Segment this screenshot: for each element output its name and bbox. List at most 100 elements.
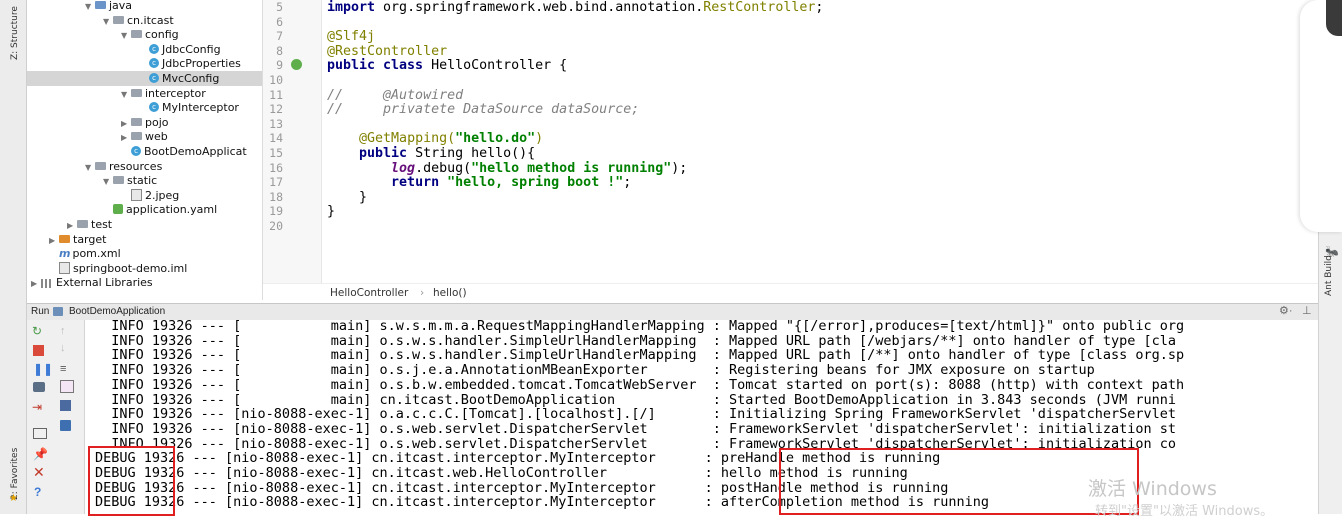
line-number: 7 xyxy=(276,29,283,44)
tree-item-label: pojo xyxy=(145,115,169,129)
breadcrumb: HelloController › hello() xyxy=(263,283,1318,304)
tree-item[interactable]: ▶ test xyxy=(67,217,112,232)
camera-icon[interactable] xyxy=(33,382,45,392)
console-line: INFO 19326 --- [nio-8088-exec-1] o.a.c.c… xyxy=(95,406,1176,423)
tree-item[interactable]: ▼ config xyxy=(121,27,179,42)
code-token: log xyxy=(391,160,416,176)
code-line: @GetMapping("hello.do") xyxy=(327,131,543,146)
java-class-icon: c xyxy=(149,58,159,69)
run-panel-header: Run BootDemoApplication ⚙· ⊥ xyxy=(27,303,1318,321)
trash-icon[interactable] xyxy=(60,420,71,431)
tree-item[interactable]: springboot-demo.iml xyxy=(49,261,187,276)
line-number: 6 xyxy=(276,14,283,29)
stop-icon[interactable] xyxy=(33,345,44,356)
folder-icon xyxy=(113,176,124,185)
tree-item[interactable]: m pom.xml xyxy=(49,246,121,261)
code-token: } xyxy=(327,189,368,205)
gear-icon[interactable]: ⚙· xyxy=(1279,304,1293,317)
tree-item-label: MvcConfig xyxy=(162,72,220,85)
structure-tab[interactable]: Z: Structure xyxy=(10,6,20,60)
help-icon[interactable]: ? xyxy=(34,486,48,499)
tree-item[interactable]: c JdbcProperties xyxy=(139,56,241,71)
code-token: @RestController xyxy=(327,43,448,59)
chevron-down-icon[interactable]: ▼ xyxy=(121,87,131,102)
code-token: "hello.do" xyxy=(455,131,536,147)
code-line: @RestController xyxy=(327,44,447,59)
code-token: } xyxy=(327,204,336,220)
layout-icon[interactable] xyxy=(33,428,47,439)
tree-item-label: External Libraries xyxy=(56,276,153,290)
chevron-down-icon[interactable]: ▼ xyxy=(103,14,113,29)
tree-item[interactable]: application.yaml xyxy=(103,202,217,217)
folder-icon xyxy=(113,15,124,24)
tree-item[interactable]: 2.jpeg xyxy=(121,188,179,203)
hide-icon[interactable]: ⊥ xyxy=(1302,304,1312,317)
tree-item[interactable]: c MyInterceptor xyxy=(139,100,239,115)
close-icon[interactable]: ✕ xyxy=(33,465,47,479)
tree-item[interactable]: ▼ interceptor xyxy=(121,86,206,101)
code-token: ); xyxy=(671,160,688,176)
breadcrumb-method[interactable]: hello() xyxy=(433,287,467,299)
code-token: ; xyxy=(623,175,632,191)
breadcrumb-file[interactable]: HelloController xyxy=(330,287,408,299)
soft-wrap-icon[interactable]: ≡ xyxy=(60,363,74,376)
tree-item[interactable]: ▼ java xyxy=(85,0,132,13)
module-file-icon xyxy=(59,261,70,274)
code-token: // @Autowired xyxy=(327,87,464,103)
ant-icon: 🐜 xyxy=(1325,246,1339,258)
code-token: "hello, spring boot !" xyxy=(447,175,624,191)
tree-item-label: JdbcConfig xyxy=(162,42,221,56)
exit-icon[interactable]: ⇥ xyxy=(32,401,46,414)
windows-activation-watermark: 激活 Windows xyxy=(1088,478,1217,500)
print-output-icon[interactable] xyxy=(60,400,71,411)
line-number: 11 xyxy=(269,87,283,102)
tree-item[interactable]: ▶ External Libraries xyxy=(31,275,153,290)
chevron-down-icon[interactable]: ▼ xyxy=(103,174,113,189)
scroll-up-icon[interactable]: ↑ xyxy=(60,325,74,338)
tree-item[interactable]: c BootDemoApplicat xyxy=(121,144,247,159)
tree-item-label: static xyxy=(127,174,158,188)
console-line: INFO 19326 --- [ main] o.s.j.e.a.Annotat… xyxy=(95,362,1095,379)
tree-item[interactable]: ▼ cn.itcast xyxy=(103,13,174,28)
console-line: INFO 19326 --- [ main] o.s.b.w.embedded.… xyxy=(95,376,1185,393)
folder-icon xyxy=(77,220,88,228)
chevron-right-icon[interactable]: ▶ xyxy=(31,276,41,291)
code-token: import xyxy=(327,0,384,15)
avatar xyxy=(1326,0,1342,36)
print-icon[interactable] xyxy=(60,380,74,393)
code-token: return xyxy=(391,175,448,191)
tree-item[interactable]: c JdbcConfig xyxy=(139,42,221,57)
code-line: } xyxy=(327,204,335,219)
tree-item[interactable]: ▶ web xyxy=(121,129,168,144)
tree-item[interactable]: c MvcConfig xyxy=(27,71,262,86)
ant-build-tab[interactable]: Ant Build xyxy=(1324,255,1334,296)
line-number: 8 xyxy=(276,43,283,58)
tree-item[interactable]: ▼ resources xyxy=(85,159,162,174)
code-token: @Slf4j xyxy=(327,29,376,45)
code-line: @Slf4j xyxy=(327,29,375,44)
tree-item[interactable]: ▶ pojo xyxy=(121,115,169,130)
maven-icon: m xyxy=(59,247,71,261)
tree-item-label: java xyxy=(109,0,133,12)
code-line: public class HelloController { xyxy=(327,58,567,73)
rerun-icon[interactable]: ↻ xyxy=(32,325,46,338)
chevron-down-icon[interactable]: ▼ xyxy=(121,28,131,43)
tree-item[interactable]: ▼ static xyxy=(103,173,157,188)
run-label[interactable]: Run xyxy=(31,306,49,317)
tree-item[interactable]: ▶ target xyxy=(49,232,106,247)
tree-item-label: BootDemoApplicat xyxy=(144,145,247,158)
run-config-name[interactable]: BootDemoApplication xyxy=(69,306,165,317)
pin-icon[interactable]: 📌 xyxy=(33,448,48,461)
code-line: return "hello, spring boot !"; xyxy=(327,175,631,190)
pause-icon[interactable]: ❚❚ xyxy=(33,363,53,376)
scroll-down-icon[interactable]: ↓ xyxy=(60,342,74,355)
breadcrumb-separator: › xyxy=(420,287,425,299)
run-gutter-icon[interactable] xyxy=(291,59,302,70)
chevron-down-icon[interactable]: ▼ xyxy=(85,0,95,14)
chevron-down-icon[interactable]: ▼ xyxy=(85,160,95,175)
code-token: RestController xyxy=(703,0,816,15)
code-editor[interactable]: import org.springframework.web.bind.anno… xyxy=(322,0,1318,283)
line-number: 9 xyxy=(276,58,283,73)
